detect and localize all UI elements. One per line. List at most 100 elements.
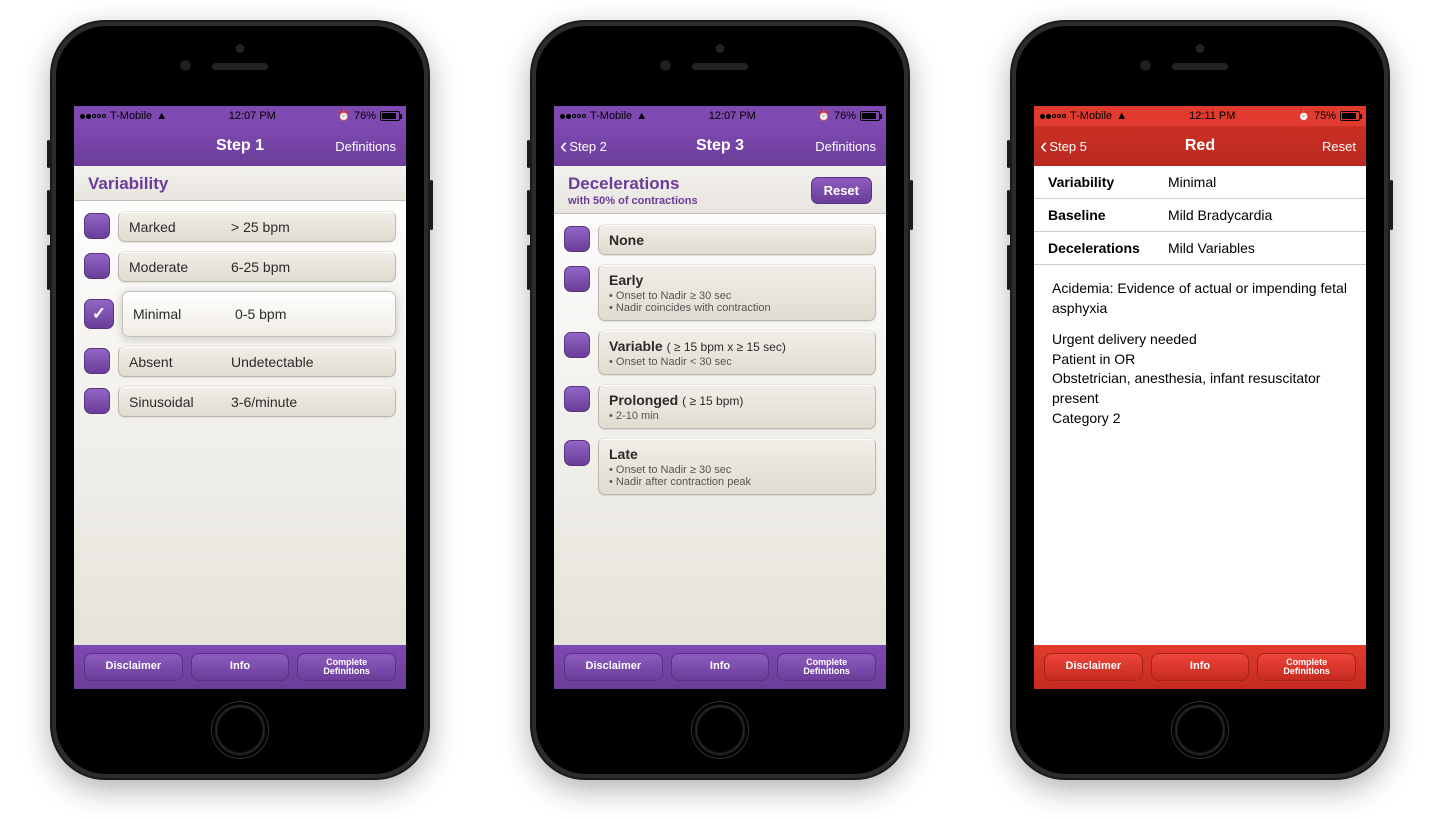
checkbox[interactable]: [84, 253, 110, 279]
option-row[interactable]: None: [564, 224, 876, 255]
option-card[interactable]: None: [598, 224, 876, 255]
result-message: Acidemia: Evidence of actual or impendin…: [1034, 265, 1366, 454]
back-button[interactable]: ‹ Step 2: [560, 126, 607, 166]
bottom-toolbar: Disclaimer Info CompleteDefinitions: [1034, 645, 1366, 689]
option-card[interactable]: Moderate6-25 bpm: [118, 251, 396, 282]
section-header: Decelerations with 50% of contractions R…: [554, 166, 886, 214]
option-value: 6-25 bpm: [231, 259, 290, 275]
checkbox[interactable]: [564, 266, 590, 292]
option-row[interactable]: AbsentUndetectable: [84, 346, 396, 377]
result-row: DecelerationsMild Variables: [1034, 232, 1366, 265]
option-row[interactable]: ✓ Minimal 0-5 bpm: [84, 291, 396, 337]
option-row[interactable]: Moderate6-25 bpm: [84, 251, 396, 282]
option-card[interactable]: AbsentUndetectable: [118, 346, 396, 377]
result-value: Mild Variables: [1168, 240, 1352, 256]
phone-step3: T-Mobile ▲ 12:07 PM ⏰ 76% ‹ Step 2 Step …: [530, 20, 910, 780]
option-card[interactable]: Marked > 25 bpm: [118, 211, 396, 242]
checkbox[interactable]: [84, 348, 110, 374]
carrier-label: T-Mobile: [1070, 110, 1112, 122]
option-bullet: Nadir after contraction peak: [609, 476, 865, 488]
option-card[interactable]: Minimal 0-5 bpm: [122, 291, 396, 337]
phone-step1: T-Mobile ▲ 12:07 PM ⏰ 76% Step 1 Definit…: [50, 20, 430, 780]
option-label: Absent: [129, 354, 213, 370]
status-bar: T-Mobile ▲ 12:07 PM ⏰ 76%: [554, 106, 886, 126]
battery-percent: 76%: [354, 110, 376, 122]
result-value: Minimal: [1168, 174, 1352, 190]
battery-percent: 76%: [834, 110, 856, 122]
screen: T-Mobile ▲ 12:07 PM ⏰ 76% ‹ Step 2 Step …: [554, 106, 886, 689]
home-button[interactable]: [1171, 701, 1229, 759]
checkbox[interactable]: [564, 386, 590, 412]
result-row: VariabilityMinimal: [1034, 166, 1366, 199]
option-card[interactable]: Late Onset to Nadir ≥ 30 secNadir after c…: [598, 438, 876, 495]
checkbox[interactable]: [84, 388, 110, 414]
body: Decelerations with 50% of contractions R…: [554, 166, 886, 645]
signal-dots-icon: [1040, 114, 1066, 119]
option-card[interactable]: Sinusoidal3-6/minute: [118, 386, 396, 417]
option-bullet: Onset to Nadir < 30 sec: [609, 356, 865, 368]
status-time: 12:07 PM: [709, 110, 756, 122]
screen: T-Mobile ▲ 12:07 PM ⏰ 76% Step 1 Definit…: [74, 106, 406, 689]
definitions-button[interactable]: Definitions: [815, 126, 876, 166]
wifi-icon: ▲: [1116, 110, 1127, 122]
bottom-toolbar: Disclaimer Info CompleteDefinitions: [74, 645, 406, 689]
option-label: None: [609, 232, 644, 248]
reset-button[interactable]: Reset: [1322, 126, 1356, 166]
option-bullet: Onset to Nadir ≥ 30 sec: [609, 464, 865, 476]
disclaimer-button[interactable]: Disclaimer: [1044, 653, 1143, 681]
info-button[interactable]: Info: [191, 653, 290, 681]
checkbox[interactable]: [84, 213, 110, 239]
option-card[interactable]: Variable ( ≥ 15 bpm x ≥ 15 sec)Onset to …: [598, 330, 876, 375]
option-row[interactable]: Marked > 25 bpm: [84, 211, 396, 242]
checkbox[interactable]: [564, 226, 590, 252]
checkbox[interactable]: ✓: [84, 299, 114, 329]
option-label: Prolonged ( ≥ 15 bpm): [609, 392, 743, 408]
result-key: Baseline: [1048, 207, 1168, 223]
reset-button[interactable]: Reset: [811, 177, 872, 204]
option-row[interactable]: Variable ( ≥ 15 bpm x ≥ 15 sec)Onset to …: [564, 330, 876, 375]
option-bullet: 2-10 min: [609, 410, 865, 422]
result-line1: Acidemia: Evidence of actual or impendin…: [1052, 279, 1348, 318]
option-list: None EarlyOnset to Nadir ≥ 30 secNadir co…: [554, 214, 886, 505]
option-row[interactable]: Late Onset to Nadir ≥ 30 secNadir after c…: [564, 438, 876, 495]
home-button[interactable]: [691, 701, 749, 759]
complete-definitions-button[interactable]: CompleteDefinitions: [297, 653, 396, 681]
info-button[interactable]: Info: [671, 653, 770, 681]
status-bar: T-Mobile ▲ 12:11 PM ⏰ 75%: [1034, 106, 1366, 126]
complete-definitions-button[interactable]: CompleteDefinitions: [777, 653, 876, 681]
option-value: > 25 bpm: [231, 219, 290, 235]
option-label: Marked: [129, 219, 213, 235]
battery-icon: [860, 111, 880, 121]
disclaimer-button[interactable]: Disclaimer: [84, 653, 183, 681]
option-card[interactable]: Prolonged ( ≥ 15 bpm) 2-10 min: [598, 384, 876, 429]
option-row[interactable]: EarlyOnset to Nadir ≥ 30 secNadir coinci…: [564, 264, 876, 321]
result-table: VariabilityMinimal BaselineMild Bradycard…: [1034, 166, 1366, 265]
signal-dots-icon: [80, 114, 106, 119]
body: Variability Marked> 25 bpmModerate6-25 b…: [74, 166, 406, 645]
option-label: Late: [609, 446, 638, 462]
chevron-left-icon: ‹: [560, 135, 567, 157]
battery-percent: 75%: [1314, 110, 1336, 122]
result-line2: Urgent delivery needed Patient in OR Obs…: [1052, 330, 1348, 428]
option-row[interactable]: Prolonged ( ≥ 15 bpm) 2-10 min: [564, 384, 876, 429]
back-button[interactable]: ‹ Step 5: [1040, 126, 1087, 166]
nav-title: Red: [1185, 137, 1215, 155]
option-value: 0-5 bpm: [235, 306, 286, 322]
status-bar: T-Mobile ▲ 12:07 PM ⏰ 76%: [74, 106, 406, 126]
screen: T-Mobile ▲ 12:11 PM ⏰ 75% ‹ Step 5 Red R…: [1034, 106, 1366, 689]
carrier-label: T-Mobile: [110, 110, 152, 122]
option-row[interactable]: Sinusoidal3-6/minute: [84, 386, 396, 417]
home-button[interactable]: [211, 701, 269, 759]
option-bullet: Nadir coincides with contraction: [609, 302, 865, 314]
result-value: Mild Bradycardia: [1168, 207, 1352, 223]
back-label: Step 5: [1049, 139, 1087, 154]
option-card[interactable]: EarlyOnset to Nadir ≥ 30 secNadir coinci…: [598, 264, 876, 321]
info-button[interactable]: Info: [1151, 653, 1250, 681]
definitions-button[interactable]: Definitions: [335, 126, 396, 166]
complete-definitions-button[interactable]: CompleteDefinitions: [1257, 653, 1356, 681]
checkbox[interactable]: [564, 440, 590, 466]
disclaimer-button[interactable]: Disclaimer: [564, 653, 663, 681]
option-label: Minimal: [133, 306, 217, 322]
checkbox[interactable]: [564, 332, 590, 358]
wifi-icon: ▲: [156, 110, 167, 122]
